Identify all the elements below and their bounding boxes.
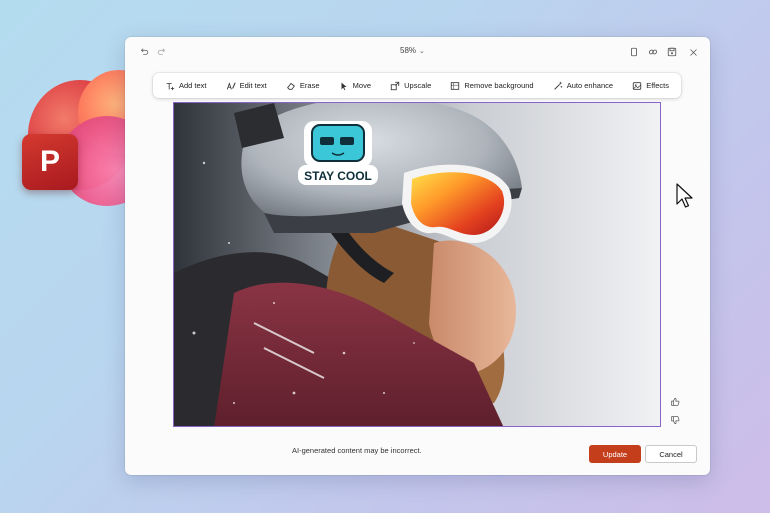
thumbs-down-icon[interactable]: [670, 412, 680, 425]
edit-text-icon: [226, 81, 236, 89]
logo-letter: P: [39, 145, 60, 178]
upscale-label: Upscale: [404, 81, 432, 90]
undo-icon[interactable]: [137, 45, 151, 59]
auto-enhance-icon: [554, 81, 562, 90]
edit-text-button[interactable]: Edit text: [226, 81, 267, 91]
edit-text-label: Edit text: [239, 81, 267, 90]
upscale-button[interactable]: Upscale: [390, 81, 431, 91]
effects-label: Effects: [646, 81, 669, 90]
remove-background-icon: [451, 81, 460, 90]
image-canvas[interactable]: STAY COOL: [173, 102, 661, 427]
move-icon: [341, 82, 347, 90]
title-bar: 58% ⌄: [125, 37, 710, 67]
move-label: Move: [352, 81, 371, 90]
remove-background-label: Remove background: [464, 81, 534, 90]
sticker-text: STAY COOL: [304, 169, 372, 183]
copy-icon[interactable]: [627, 45, 641, 59]
upscale-icon: [390, 81, 400, 90]
thumbs-up-icon[interactable]: [670, 394, 680, 406]
mouse-cursor-icon: [676, 183, 693, 208]
effects-button[interactable]: Effects: [632, 81, 669, 91]
redo-icon[interactable]: [155, 45, 169, 59]
cancel-button[interactable]: Cancel: [645, 445, 697, 463]
edit-toolbar: Add text Edit text Erase Move Upscale Re…: [153, 73, 681, 98]
erase-label: Erase: [299, 81, 320, 90]
save-icon[interactable]: [665, 45, 679, 59]
stay-cool-sticker: STAY COOL: [298, 121, 378, 185]
add-text-icon: [166, 82, 175, 90]
eraser-icon: [287, 82, 295, 90]
chevron-down-icon: ⌄: [419, 47, 425, 55]
move-button[interactable]: Move: [339, 81, 371, 91]
auto-enhance-button[interactable]: Auto enhance: [553, 81, 613, 91]
effects-icon: [633, 81, 642, 90]
logo-letter-tile: P: [22, 134, 78, 190]
add-text-button[interactable]: Add text: [165, 81, 207, 91]
close-icon[interactable]: [686, 45, 700, 59]
remove-background-button[interactable]: Remove background: [450, 81, 534, 91]
link-icon[interactable]: [646, 45, 660, 59]
erase-button[interactable]: Erase: [286, 81, 320, 91]
image-editor-window: 58% ⌄ Add text Edit text Erase Move Upsc…: [125, 37, 710, 475]
auto-enhance-label: Auto enhance: [566, 81, 614, 90]
add-text-label: Add text: [179, 81, 207, 90]
zoom-dropdown[interactable]: 58% ⌄: [400, 46, 425, 55]
zoom-value: 58%: [400, 46, 417, 55]
ai-disclaimer: AI-generated content may be incorrect.: [292, 446, 422, 455]
skier-photo: STAY COOL: [174, 103, 660, 426]
update-button[interactable]: Update: [589, 445, 641, 463]
